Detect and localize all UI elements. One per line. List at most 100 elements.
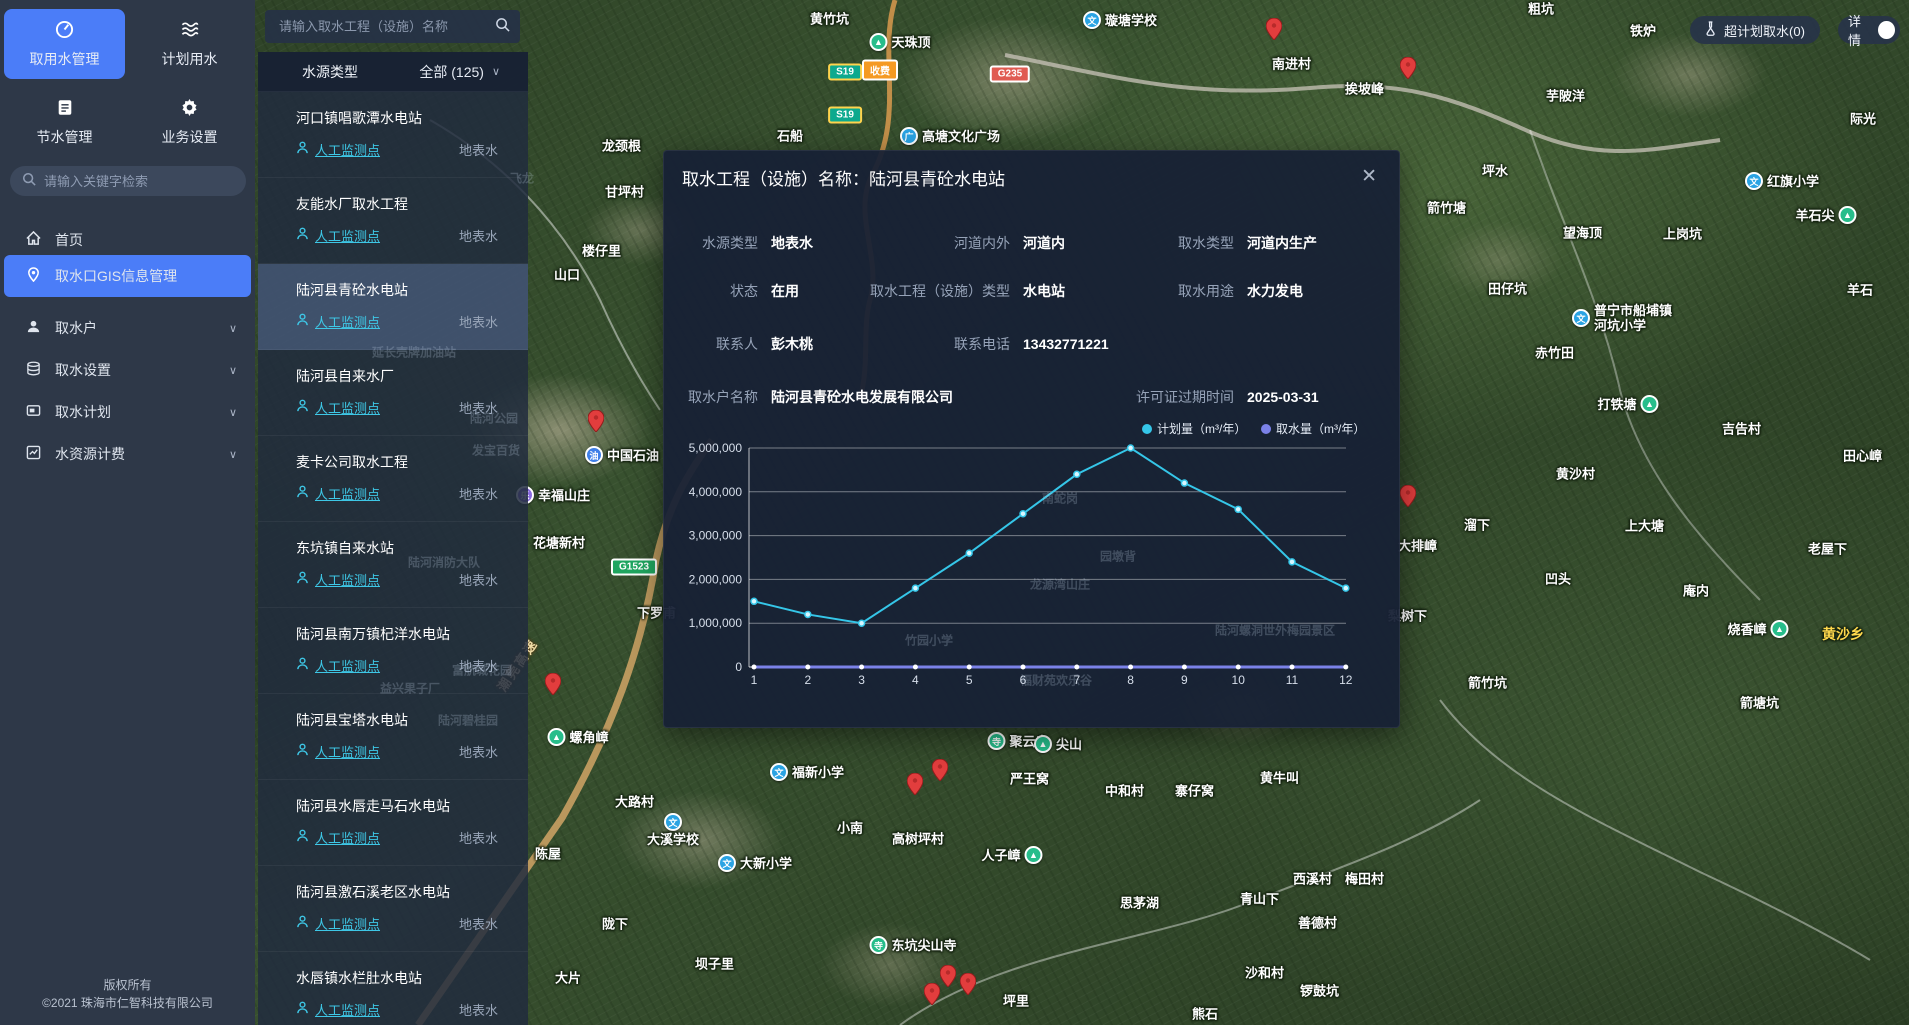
mountain-icon: ▲	[1641, 395, 1659, 413]
station-search-input[interactable]	[279, 19, 495, 34]
poi-temple: 寺东坑尖山寺	[869, 936, 956, 954]
station-name: 陆河县南万镇杞洋水电站	[296, 624, 498, 644]
monitor-point-link[interactable]: 人工监测点	[315, 312, 380, 331]
poi-school: 文大溪学校	[647, 813, 699, 847]
monitor-point-link[interactable]: 人工监测点	[315, 656, 380, 675]
app-tile-business-settings[interactable]: 业务设置	[129, 87, 250, 157]
map-pin-marker[interactable]	[940, 965, 956, 992]
sidebar-item-4[interactable]: 取水计划∨	[4, 391, 251, 433]
person-icon	[296, 743, 309, 761]
chart-svg: 01,000,0002,000,0003,000,0004,000,0005,0…	[664, 406, 1401, 711]
field-label: 取水工程（设施）类型	[850, 281, 1010, 301]
field-value: 在用	[771, 281, 799, 301]
sidebar-item-label: 水资源计费	[55, 444, 125, 464]
water-source-type: 地表水	[459, 570, 498, 589]
field-label: 水源类型	[678, 233, 758, 253]
sidebar-item-1[interactable]: 取水口GIS信息管理	[4, 255, 251, 297]
map-pin-marker[interactable]	[1266, 18, 1282, 45]
map-pin-marker[interactable]	[545, 673, 561, 700]
person-icon	[296, 915, 309, 933]
home-icon	[26, 231, 41, 249]
user-icon	[26, 319, 41, 337]
svg-text:4,000,000: 4,000,000	[689, 485, 743, 499]
poi-label: 福新小学	[792, 765, 844, 780]
map-pin-marker[interactable]	[907, 773, 923, 800]
mountain-icon: ▲	[1025, 846, 1043, 864]
svg-text:5,000,000: 5,000,000	[689, 441, 743, 455]
station-meta-row: 人工监测点地表水	[296, 656, 498, 675]
map-pin-marker[interactable]	[932, 759, 948, 786]
station-name: 陆河县水唇走马石水电站	[296, 796, 498, 816]
station-list-item[interactable]: 陆河县南万镇杞洋水电站人工监测点地表水	[258, 608, 528, 694]
station-list-item[interactable]: 水唇镇水栏肚水电站人工监测点地表水	[258, 952, 528, 1025]
temple-icon: 寺	[869, 936, 887, 954]
svg-text:7: 7	[1073, 673, 1080, 687]
station-list-item[interactable]: 友能水厂取水工程人工监测点地表水	[258, 178, 528, 264]
field-value: 2025-03-31	[1247, 389, 1319, 405]
monitor-point-link[interactable]: 人工监测点	[315, 828, 380, 847]
chevron-down-icon[interactable]: ∨	[229, 364, 237, 377]
app-tile-water-saving[interactable]: 节水管理	[4, 87, 125, 157]
station-list-item[interactable]: 陆河县自来水厂人工监测点地表水	[258, 350, 528, 436]
chevron-down-icon[interactable]: ∨	[229, 448, 237, 461]
field-label: 取水类型	[1114, 233, 1234, 253]
chevron-down-icon[interactable]: ∨	[492, 65, 500, 78]
field-label: 河道内外	[850, 233, 1010, 253]
monitor-point-link[interactable]: 人工监测点	[315, 398, 380, 417]
station-meta-row: 人工监测点地表水	[296, 398, 498, 417]
monitor-point-link[interactable]: 人工监测点	[315, 226, 380, 245]
mountain-icon: ▲	[547, 728, 565, 746]
app-tile-plan-water[interactable]: 计划用水	[129, 9, 250, 79]
map-pin-marker[interactable]	[1400, 57, 1416, 84]
sidebar-item-2[interactable]: 取水户∨	[4, 307, 251, 349]
map-pin-marker[interactable]	[960, 973, 976, 1000]
station-list-item[interactable]: 麦卡公司取水工程人工监测点地表水	[258, 436, 528, 522]
monitor-point-link[interactable]: 人工监测点	[315, 484, 380, 503]
chevron-down-icon[interactable]: ∨	[229, 406, 237, 419]
station-list-item[interactable]: 陆河县宝塔水电站人工监测点地表水	[258, 694, 528, 780]
poi-label: 烧香嶂	[1727, 622, 1766, 637]
close-icon[interactable]: ✕	[1361, 165, 1377, 188]
mountain-icon: ▲	[1771, 620, 1789, 638]
water-source-type: 地表水	[459, 742, 498, 761]
poi-label: 中国石油	[607, 448, 659, 463]
field-value: 水力发电	[1247, 281, 1303, 301]
station-list-item[interactable]: 陆河县青砼水电站人工监测点地表水	[258, 264, 528, 350]
station-list-item[interactable]: 河口镇唱歌潭水电站人工监测点地表水	[258, 92, 528, 178]
poi-label: 大溪学校	[647, 832, 699, 847]
toggle-knob[interactable]	[1878, 21, 1895, 39]
app-tile-water-use[interactable]: 取用水管理	[4, 9, 125, 79]
flask-icon	[1705, 21, 1718, 39]
svg-text:计划量（m³/年）: 计划量（m³/年）	[1157, 422, 1246, 436]
field-label: 取水户名称	[678, 387, 758, 407]
field-value: 地表水	[771, 233, 813, 253]
over-plan-button[interactable]: 超计划取水(0)	[1690, 16, 1820, 44]
poi-culture: 广高塘文化广场	[900, 127, 1000, 145]
monitor-point-link[interactable]: 人工监测点	[315, 140, 380, 159]
detail-toggle[interactable]: 详情	[1838, 16, 1900, 44]
monitor-point-link[interactable]: 人工监测点	[315, 570, 380, 589]
sidebar: 取用水管理 计划用水 节水管理 业务设置 首页取水口GIS信息管	[0, 0, 255, 1025]
station-list-item[interactable]: 陆河县激石溪老区水电站人工监测点地表水	[258, 866, 528, 952]
sidebar-item-5[interactable]: 水资源计费 ∨	[4, 433, 251, 475]
station-name: 陆河县激石溪老区水电站	[296, 882, 498, 902]
sidebar-search-input[interactable]	[44, 174, 234, 189]
map-pin-marker[interactable]	[924, 983, 940, 1010]
copyright-line1: 版权所有	[0, 976, 255, 993]
chevron-down-icon[interactable]: ∨	[229, 322, 237, 335]
monitor-point-link[interactable]: 人工监测点	[315, 1000, 380, 1019]
monitor-point-link[interactable]: 人工监测点	[315, 742, 380, 761]
station-list-item[interactable]: 东坑镇自来水站人工监测点地表水	[258, 522, 528, 608]
poi-label: 幸福山庄	[538, 488, 590, 503]
card-icon	[26, 403, 41, 421]
search-icon[interactable]	[495, 17, 510, 37]
sidebar-item-3[interactable]: 取水设置∨	[4, 349, 251, 391]
station-list-item[interactable]: 陆河县水唇走马石水电站人工监测点地表水	[258, 780, 528, 866]
filter-value-dropdown[interactable]: 全部 (125)	[419, 62, 484, 82]
map-pin-marker[interactable]	[1400, 485, 1416, 512]
monitor-point-link[interactable]: 人工监测点	[315, 914, 380, 933]
map-pin-marker[interactable]	[588, 410, 604, 437]
field-1-2: 取水用途水力发电	[1114, 281, 1303, 301]
app-tile-label: 业务设置	[162, 127, 218, 147]
poi-school: 文福新小学	[770, 763, 844, 781]
